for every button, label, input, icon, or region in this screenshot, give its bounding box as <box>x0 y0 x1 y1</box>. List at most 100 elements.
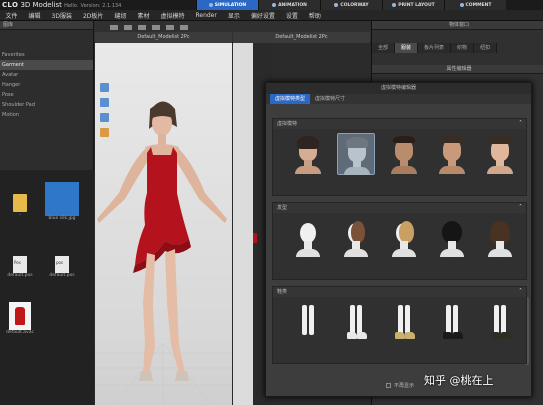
hairstyle-thumb-bun-brown[interactable] <box>337 217 375 259</box>
view-avatar-icon[interactable] <box>100 98 109 107</box>
viewport-2d-header: Default_Modelist 2Pc <box>233 32 370 43</box>
tab-button[interactable]: 纽扣 <box>474 43 498 53</box>
menu-2d-pattern[interactable]: 2D板片 <box>77 11 108 20</box>
section-shoes: 鞋类 ˄ <box>272 286 527 364</box>
dialog-title: 虚拟模特编辑器 <box>266 83 531 94</box>
section-hairstyle: 发型 ˄ <box>272 202 527 280</box>
dont-show-again-row[interactable]: 不再显示 <box>386 382 414 389</box>
comment-icon <box>459 3 464 7</box>
hairstyle-thumb-bun-blonde[interactable] <box>385 217 423 259</box>
tab-label: COMMENT <box>465 2 492 8</box>
tool-pin-icon[interactable] <box>152 25 160 30</box>
library-toolbar <box>0 30 93 50</box>
app-logo-sub: Hello. <box>64 3 79 9</box>
tab-simulation[interactable]: SIMULATION <box>196 0 258 10</box>
viewport-2d[interactable] <box>233 43 253 405</box>
avatar-thumb-female-1[interactable] <box>289 133 327 175</box>
chevron-up-icon[interactable]: ˄ <box>519 203 522 213</box>
hairstyle-thumb-black[interactable] <box>433 217 471 259</box>
library-header: 图库 <box>0 21 93 30</box>
menu-avatar[interactable]: 虚拟模特 <box>155 11 190 20</box>
section-header[interactable]: 发型 ˄ <box>273 203 526 213</box>
file-label: .. <box>18 212 22 217</box>
dont-show-again-checkbox[interactable] <box>386 383 391 388</box>
tree-item-shoulder-pad[interactable]: Shoulder Pad <box>0 100 93 110</box>
tool-move-icon[interactable] <box>124 25 132 30</box>
file-item-default-avac[interactable]: default.avac <box>0 302 40 335</box>
tree-item-hanger[interactable]: Hanger <box>0 80 93 90</box>
file-grid: .. blue silk.jpg Pos default.pos pos def… <box>0 170 94 405</box>
avatar-thumb-male-1[interactable] <box>385 133 423 175</box>
hairstyle-thumb-bob[interactable] <box>481 217 519 259</box>
tree-item-favorites[interactable]: Favorites <box>0 50 93 60</box>
tool-measure-icon[interactable] <box>166 25 174 30</box>
tab-all[interactable]: 全部 <box>372 43 396 53</box>
print-icon <box>392 3 397 7</box>
dialog-tabs: 虚拟模特类型 虚拟模特尺寸 <box>266 94 531 104</box>
view-garment-icon[interactable] <box>100 113 109 122</box>
avatar-thumb-child[interactable] <box>481 133 519 175</box>
tab-pattern-list[interactable]: 板片列表 <box>418 43 452 53</box>
tab-garment[interactable]: 服装 <box>395 43 419 53</box>
tab-colorway[interactable]: COLORWAY <box>320 0 382 10</box>
hairstyle-thumb-bald[interactable] <box>289 217 327 259</box>
file-label: default.avac <box>6 330 34 335</box>
tool-fold-icon[interactable] <box>138 25 146 30</box>
file-item-default-pos-2[interactable]: pos default.pos <box>42 256 82 278</box>
avatar-figure[interactable] <box>95 43 232 405</box>
menu-preferences[interactable]: 偏好设置 <box>245 11 280 20</box>
menu-3d-garment[interactable]: 3D服装 <box>46 11 77 20</box>
menu-display[interactable]: 显示 <box>222 11 245 20</box>
chevron-up-icon[interactable]: ˄ <box>519 287 522 297</box>
shoes-thumb-sandal[interactable] <box>385 301 423 343</box>
version-label: Version: 2.1.134 <box>80 3 122 9</box>
dress-thumbnail <box>9 302 31 330</box>
avatar-thumb-female-2[interactable] <box>337 133 375 175</box>
file-item-parent[interactable]: .. <box>0 194 40 217</box>
menu-sewing[interactable]: 缝纫 <box>109 11 132 20</box>
menu-render[interactable]: Render <box>190 12 222 19</box>
tab-print-layout[interactable]: PRINT LAYOUT <box>382 0 444 10</box>
tree-item-avatar[interactable]: Avatar <box>0 70 93 80</box>
file-ext: pos <box>56 260 64 265</box>
section-title: 发型 <box>277 205 288 211</box>
avatar-thumb-male-2[interactable] <box>433 133 471 175</box>
tab-fabric[interactable]: 织物 <box>451 43 475 53</box>
file-ext: Pos <box>14 260 21 265</box>
chevron-up-icon[interactable]: ˄ <box>519 119 522 129</box>
object-browser-tabs: 全部 服装 板片列表 织物 纽扣 <box>372 43 543 53</box>
app-logo-text: 3D Modelist <box>20 1 62 9</box>
avatar-thumbnails <box>273 133 528 181</box>
folder-icon <box>13 194 27 212</box>
menu-settings[interactable]: 设置 <box>280 11 303 20</box>
tab-avatar-type[interactable]: 虚拟模特类型 <box>270 94 311 104</box>
tab-animation[interactable]: ANIMATION <box>258 0 320 10</box>
menu-file[interactable]: 文件 <box>0 11 23 20</box>
file-item-blue-silk[interactable]: blue silk.jpg <box>42 182 82 221</box>
image-thumbnail <box>45 182 79 216</box>
file-label: default.pos <box>49 273 75 278</box>
menu-help[interactable]: 帮助 <box>303 11 326 20</box>
tool-tape-icon[interactable] <box>180 25 188 30</box>
shoes-thumb-flat[interactable] <box>337 301 375 343</box>
tree-item-garment[interactable]: Garment <box>0 60 93 70</box>
menu-edit[interactable]: 编辑 <box>23 11 46 20</box>
tool-select-icon[interactable] <box>110 25 118 30</box>
shoes-thumb-strappy[interactable] <box>433 301 471 343</box>
section-header[interactable]: 虚拟模特 ˄ <box>273 119 526 129</box>
simulation-icon <box>208 3 213 7</box>
shoes-thumb-heel[interactable] <box>481 301 519 343</box>
tab-avatar-size[interactable]: 虚拟模特尺寸 <box>310 94 350 104</box>
tab-comment[interactable]: COMMENT <box>444 0 506 10</box>
file-item-default-pos-1[interactable]: Pos default.pos <box>0 256 40 278</box>
shoes-thumb-barefoot[interactable] <box>289 301 327 343</box>
tree-item-motion[interactable]: Motion <box>0 110 93 120</box>
menu-materials[interactable]: 素材 <box>132 11 155 20</box>
section-header[interactable]: 鞋类 ˄ <box>273 287 526 297</box>
animation-icon <box>272 3 277 7</box>
view-texture-icon[interactable] <box>100 128 109 137</box>
section-title: 虚拟模特 <box>277 121 298 127</box>
app-window: CLO 3D Modelist Hello. Version: 2.1.134 … <box>0 0 543 405</box>
tree-item-pose[interactable]: Pose <box>0 90 93 100</box>
view-front-icon[interactable] <box>100 83 109 92</box>
